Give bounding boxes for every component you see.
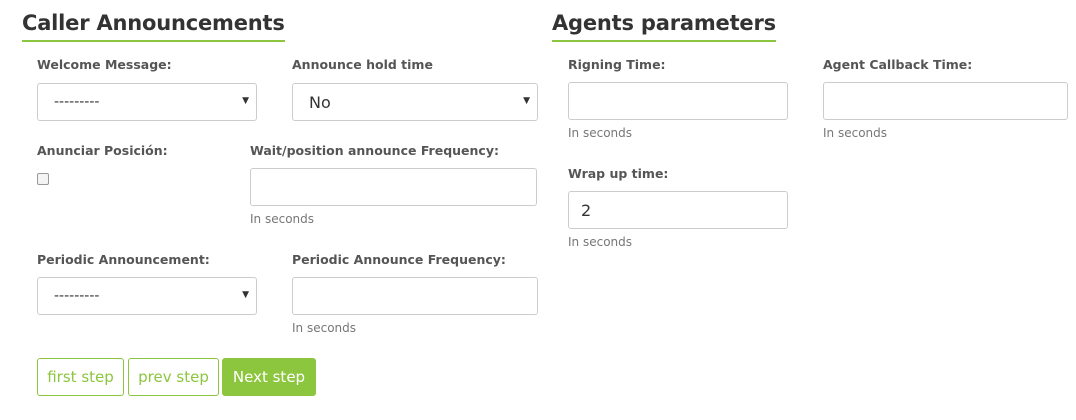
wait-frequency-label: Wait/position announce Frequency: bbox=[250, 143, 499, 158]
announce-hold-time-select[interactable]: No ▼ bbox=[292, 83, 538, 121]
periodic-announcement-select[interactable]: --------- ▼ bbox=[37, 277, 257, 315]
agent-callback-time-help: In seconds bbox=[823, 126, 888, 140]
welcome-message-label: Welcome Message: bbox=[37, 57, 172, 72]
chevron-down-icon: ▼ bbox=[523, 96, 530, 106]
chevron-down-icon: ▼ bbox=[242, 290, 249, 300]
wrap-up-time-input[interactable]: 2 bbox=[568, 191, 788, 229]
periodic-announcement-label: Periodic Announcement: bbox=[37, 252, 210, 267]
wait-frequency-help: In seconds bbox=[250, 212, 315, 226]
announce-hold-time-value: No bbox=[309, 92, 331, 112]
caller-announcements-title: Caller Announcements bbox=[22, 10, 285, 42]
ringing-time-help: In seconds bbox=[568, 126, 633, 140]
ringing-time-label: Rigning Time: bbox=[568, 57, 666, 72]
periodic-frequency-label: Periodic Announce Frequency: bbox=[292, 252, 506, 267]
agent-callback-time-label: Agent Callback Time: bbox=[823, 57, 973, 72]
next-step-button[interactable]: Next step bbox=[222, 358, 316, 396]
prev-step-button[interactable]: prev step bbox=[128, 358, 219, 396]
agents-parameters-title: Agents parameters bbox=[552, 10, 776, 42]
chevron-down-icon: ▼ bbox=[242, 96, 249, 106]
wait-frequency-input[interactable] bbox=[250, 168, 537, 206]
announce-position-label: Anunciar Posición: bbox=[37, 143, 168, 158]
periodic-frequency-help: In seconds bbox=[292, 321, 357, 335]
wrap-up-time-label: Wrap up time: bbox=[568, 166, 669, 181]
ringing-time-input[interactable] bbox=[568, 82, 788, 120]
announce-position-checkbox[interactable] bbox=[37, 173, 49, 185]
welcome-message-value: --------- bbox=[54, 94, 100, 110]
periodic-frequency-input[interactable] bbox=[292, 277, 538, 315]
wrap-up-time-help: In seconds bbox=[568, 235, 633, 249]
first-step-button[interactable]: first step bbox=[37, 358, 124, 396]
welcome-message-select[interactable]: --------- ▼ bbox=[37, 83, 257, 121]
periodic-announcement-value: --------- bbox=[54, 288, 100, 304]
announce-hold-time-label: Announce hold time bbox=[292, 57, 433, 72]
agent-callback-time-input[interactable] bbox=[823, 82, 1068, 120]
